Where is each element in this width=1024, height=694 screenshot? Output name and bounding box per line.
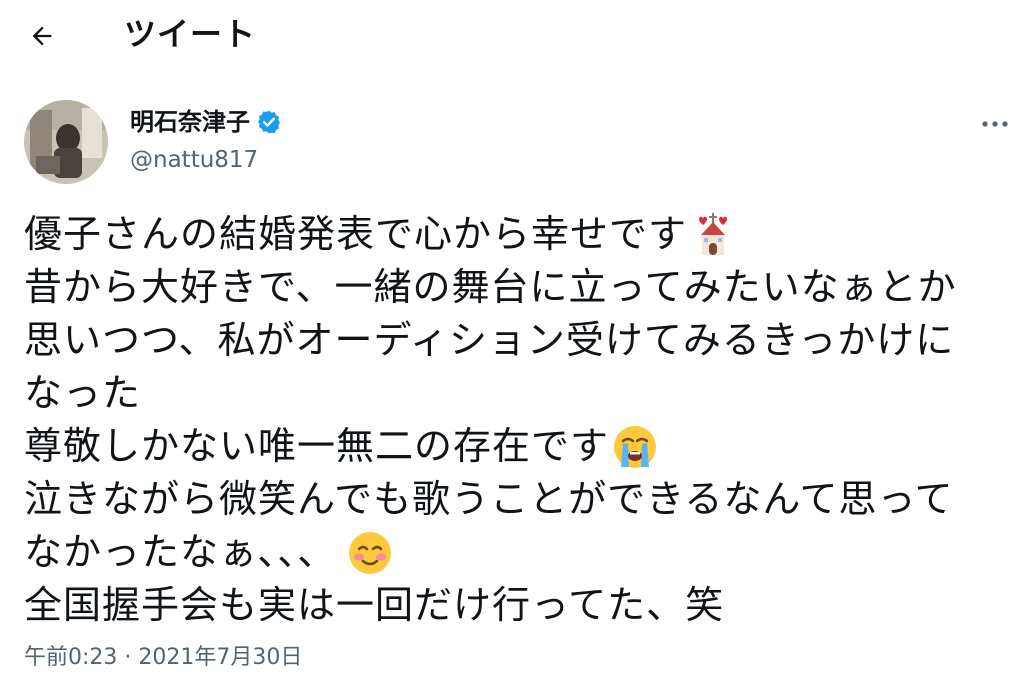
tweet-line-text: なった: [24, 371, 142, 415]
author-display-name: 明石奈津子: [130, 108, 250, 136]
tweet-line-text: 思いつつ、私がオーディション受けてみるきっかけに: [24, 318, 955, 362]
tweet-line-text: 昔から大好きで、一緒の舞台に立ってみたいなぁとか: [24, 265, 957, 309]
wedding-chapel-emoji-icon: [689, 211, 737, 259]
tweet-line: 尊敬しかない唯一無二の存在です: [24, 420, 1004, 473]
top-bar: ツイート: [0, 0, 1024, 72]
tweet-line-text: 泣きながら微笑んでも歌うことができるなんて思って: [24, 477, 954, 521]
smiling-face-emoji-icon: [346, 529, 394, 577]
back-button[interactable]: [22, 16, 62, 56]
loudly-crying-face-emoji-icon: [611, 423, 659, 471]
avatar-photo-icon: [24, 100, 108, 184]
verified-badge-icon: [256, 109, 282, 135]
more-options-button[interactable]: [970, 106, 1020, 142]
tweet-line-text: 尊敬しかない唯一無二の存在です: [24, 424, 610, 468]
avatar[interactable]: [24, 100, 108, 184]
tweet-text: 優子さんの結婚発表で心から幸せです 昔から大好きで、一緒の舞台に立ってみたいなぁ…: [24, 208, 1004, 632]
tweet-line: 泣きながら微笑んでも歌うことができるなんて思って: [24, 473, 1004, 526]
tweet-line: 思いつつ、私がオーディション受けてみるきっかけに: [24, 314, 1004, 367]
tweet-line-text: なかったなぁ、、、: [24, 530, 337, 574]
tweet-line: 優子さんの結婚発表で心から幸せです: [24, 208, 1004, 261]
author-name-row[interactable]: 明石奈津子: [130, 106, 282, 138]
author-handle[interactable]: @nattu817: [130, 144, 258, 176]
tweet-timestamp[interactable]: 午前0:23 · 2021年7月30日: [24, 640, 302, 676]
more-horizontal-icon: [982, 121, 1008, 127]
tweet-line: 昔から大好きで、一緒の舞台に立ってみたいなぁとか: [24, 261, 1004, 314]
tweet-line: なった: [24, 367, 1004, 420]
tweet-line-text: 優子さんの結婚発表で心から幸せです: [24, 212, 688, 256]
arrow-left-icon: [32, 26, 52, 46]
tweet-line: なかったなぁ、、、: [24, 526, 1004, 579]
tweet-line: 全国握手会も実は一回だけ行ってた、笑: [24, 579, 1004, 632]
page-title: ツイート: [124, 15, 257, 53]
tweet-line-text: 全国握手会も実は一回だけ行ってた、笑: [24, 583, 725, 627]
